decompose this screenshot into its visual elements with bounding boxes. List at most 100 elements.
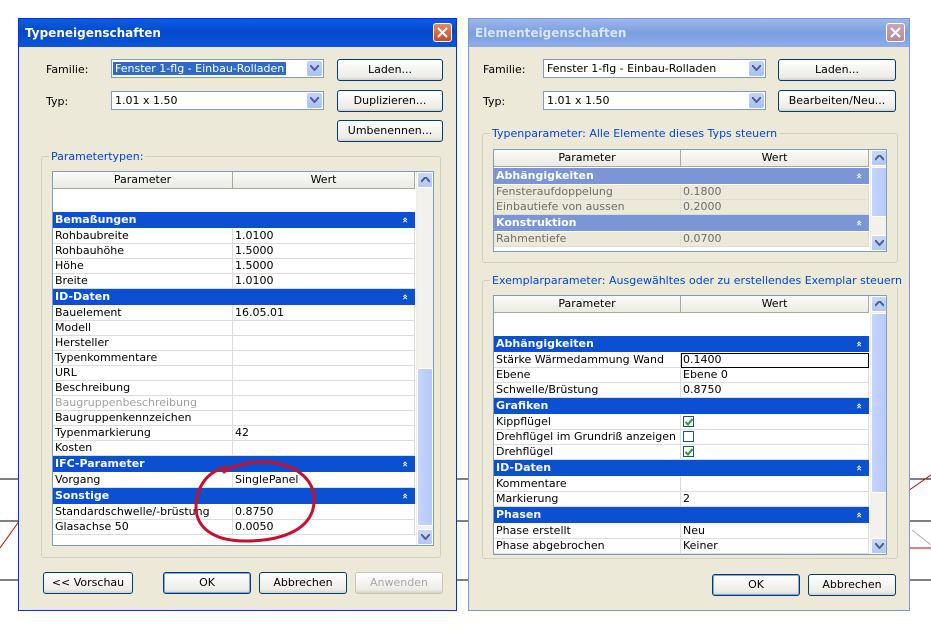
section-header[interactable]: Sonstige» <box>494 554 869 555</box>
table-row[interactable]: Rohbauhöhe 1.5000 <box>53 244 415 259</box>
familie-select[interactable]: Fenster 1-flg - Einbau-Rolladen <box>543 59 766 78</box>
param-value[interactable]: 0.1400 <box>681 353 869 368</box>
param-value[interactable]: 16.05.01 <box>233 306 415 321</box>
vertical-scrollbar[interactable] <box>870 150 886 251</box>
param-value[interactable] <box>233 366 415 381</box>
section-header[interactable]: Grafiken » <box>494 398 869 414</box>
param-value[interactable] <box>681 477 869 492</box>
param-value[interactable] <box>233 336 415 351</box>
table-row[interactable]: Baugruppenkennzeichen <box>53 411 415 426</box>
section-header[interactable]: Konstruktion » <box>494 215 869 231</box>
collapse-chevron-icon[interactable]: » <box>852 403 868 409</box>
collapse-chevron-icon[interactable]: » <box>398 461 414 467</box>
scroll-down-icon[interactable] <box>871 235 886 251</box>
param-value[interactable]: 0.0700 <box>681 232 869 247</box>
table-row[interactable]: Glasachse 50 0.0050 <box>53 520 415 535</box>
typ-select[interactable]: 1.01 x 1.50 <box>111 91 324 110</box>
scroll-down-icon[interactable] <box>871 538 886 554</box>
column-header-wert[interactable]: Wert <box>681 150 869 167</box>
param-value[interactable]: 1.0100 <box>233 229 415 244</box>
table-row[interactable]: Höhe 1.5000 <box>53 259 415 274</box>
column-header-parameter[interactable]: Parameter <box>494 150 681 167</box>
param-value[interactable] <box>681 415 869 430</box>
table-row[interactable]: Schwelle/Brüstung 0.8750 <box>494 383 869 398</box>
scroll-thumb[interactable] <box>417 368 433 526</box>
scroll-up-icon[interactable] <box>417 172 433 188</box>
table-row[interactable]: Rohbaubreite 1.0100 <box>53 229 415 244</box>
table-row[interactable]: Kippflügel <box>494 415 869 430</box>
chevron-down-icon[interactable] <box>749 93 764 108</box>
section-header[interactable]: Bemaßungen » <box>53 212 415 228</box>
checkbox-checked[interactable] <box>683 415 694 427</box>
table-row[interactable]: Drehflügel im Grundriß anzeigen <box>494 430 869 445</box>
bearbeiten-neu-button[interactable]: Bearbeiten/Neu... <box>778 90 896 112</box>
table-row[interactable]: Fensteraufdoppelung 0.1800 <box>494 185 869 200</box>
checkbox-unchecked[interactable] <box>683 430 694 442</box>
table-row[interactable]: Breite 1.0100 <box>53 274 415 289</box>
table-row[interactable]: Ebene Ebene 0 <box>494 368 869 383</box>
table-row[interactable]: Typenkommentare <box>53 351 415 366</box>
param-value[interactable] <box>233 321 415 336</box>
typ-select[interactable]: 1.01 x 1.50 <box>543 91 766 110</box>
param-value[interactable]: 0.8750 <box>233 505 415 520</box>
param-value[interactable] <box>233 396 415 411</box>
param-value[interactable]: 0.0050 <box>233 520 415 535</box>
param-value[interactable]: 1.5000 <box>233 259 415 274</box>
table-row[interactable]: Drehflügel <box>494 445 869 460</box>
duplizieren-button[interactable]: Duplizieren... <box>337 90 443 112</box>
familie-select[interactable]: Fenster 1-flg - Einbau-Rolladen <box>111 59 324 78</box>
param-value[interactable]: SinglePanel <box>233 473 415 488</box>
param-value[interactable]: Ebene 0 <box>681 368 869 383</box>
vorschau-button[interactable]: << Vorschau <box>43 572 133 594</box>
table-row[interactable]: Phase abgebrochen Keiner <box>494 539 869 554</box>
vertical-scrollbar[interactable] <box>870 296 886 554</box>
umbenennen-button[interactable]: Umbenennen... <box>337 120 443 142</box>
table-row[interactable]: Baugruppenbeschreibung <box>53 396 415 411</box>
table-row[interactable]: Markierung 2 <box>494 492 869 507</box>
column-header-wert[interactable]: Wert <box>681 296 869 313</box>
table-row[interactable]: Standardschwelle/-brüstung 0.8750 <box>53 505 415 520</box>
collapse-chevron-icon[interactable]: » <box>398 217 414 223</box>
section-header[interactable]: Abhängigkeiten » <box>494 336 869 352</box>
ok-button[interactable]: OK <box>712 574 800 596</box>
param-value[interactable] <box>233 381 415 396</box>
abbrechen-button[interactable]: Abbrechen <box>808 574 896 596</box>
param-value[interactable] <box>233 441 415 456</box>
param-value[interactable]: Keiner <box>681 539 869 554</box>
table-row[interactable]: Einbautiefe von aussen 0.2000 <box>494 200 869 215</box>
chevron-down-icon[interactable] <box>307 61 322 76</box>
title-bar[interactable]: Elementeigenschaften <box>469 19 909 47</box>
param-value[interactable]: 0.1800 <box>681 185 869 200</box>
table-row[interactable]: Hersteller <box>53 336 415 351</box>
param-value[interactable]: 1.5000 <box>233 244 415 259</box>
chevron-down-icon[interactable] <box>307 93 322 108</box>
scroll-up-icon[interactable] <box>871 296 886 312</box>
collapse-chevron-icon[interactable]: » <box>398 493 414 499</box>
close-button[interactable] <box>433 23 452 42</box>
abbrechen-button[interactable]: Abbrechen <box>259 572 347 594</box>
collapse-chevron-icon[interactable]: » <box>398 294 414 300</box>
table-row[interactable]: Kommentare <box>494 477 869 492</box>
param-value[interactable]: 1.0100 <box>233 274 415 289</box>
table-row[interactable]: Kosten <box>53 441 415 456</box>
collapse-chevron-icon[interactable]: » <box>852 341 868 347</box>
table-row[interactable]: URL <box>53 366 415 381</box>
anwenden-button[interactable]: Anwenden <box>355 572 443 594</box>
chevron-down-icon[interactable] <box>749 61 764 76</box>
table-row[interactable]: Rahmentiefe 0.0700 <box>494 232 869 247</box>
param-value[interactable]: 2 <box>681 492 869 507</box>
close-button[interactable] <box>886 23 905 42</box>
section-header[interactable]: IFC-Parameter » <box>53 456 415 472</box>
title-bar[interactable]: Typeneigenschaften <box>19 19 456 47</box>
param-value[interactable]: 42 <box>233 426 415 441</box>
param-value[interactable]: Neu <box>681 524 869 539</box>
table-row[interactable]: Vorgang SinglePanel <box>53 473 415 488</box>
table-row[interactable]: Beschreibung <box>53 381 415 396</box>
section-header[interactable]: ID-Daten » <box>53 289 415 305</box>
column-header-parameter[interactable]: Parameter <box>53 172 233 189</box>
section-header[interactable]: ID-Daten » <box>494 460 869 476</box>
scroll-up-icon[interactable] <box>871 150 886 166</box>
param-value[interactable] <box>233 411 415 426</box>
table-row[interactable]: Phase erstellt Neu <box>494 524 869 539</box>
table-row[interactable]: Modell <box>53 321 415 336</box>
